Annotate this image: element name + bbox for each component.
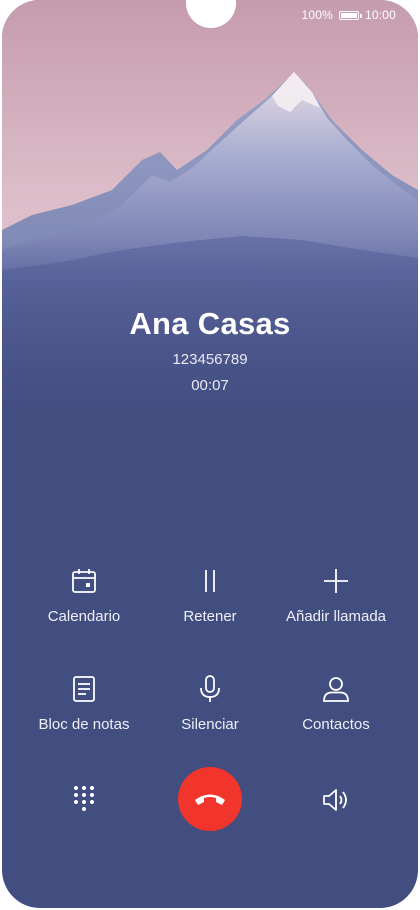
caller-name: Ana Casas [129,306,291,341]
calendar-icon [72,569,96,593]
notepad-icon [73,676,95,702]
battery-percent: 100% [301,8,333,22]
notepad-button[interactable]: Bloc de notas [14,674,154,754]
plus-icon [324,569,348,593]
calendar-button[interactable]: Calendario [14,566,154,646]
calendar-label: Calendario [47,608,121,625]
hold-button[interactable]: Retener [140,566,280,646]
call-timer: 00:07 [191,377,229,394]
add-call-button[interactable]: Añadir llamada [266,566,406,646]
contacts-label: Contactos [302,716,370,733]
dialpad-icon [74,786,94,811]
mute-label: Silenciar [181,716,239,733]
speaker-button[interactable] [314,778,358,822]
notepad-label: Bloc de notas [38,716,130,733]
mute-button[interactable]: Silenciar [140,674,280,754]
phone-screen: 100% 10:00 Ana Casas 123456789 00:07 Cal… [2,0,418,908]
clock: 10:00 [364,8,396,22]
battery-icon [338,10,362,20]
speaker-icon [323,789,347,811]
caller-number: 123456789 [172,351,248,368]
contacts-button[interactable]: Contactos [266,674,406,754]
add-call-label: Añadir llamada [285,608,387,625]
hang-up-icon [195,794,225,805]
dialpad-button[interactable] [62,774,106,824]
contact-icon [323,677,349,702]
microphone-icon [200,675,220,702]
end-call-button[interactable] [178,767,242,831]
hold-label: Retener [183,608,237,625]
pause-icon [205,570,215,592]
status-bar: 100% 10:00 [301,8,396,22]
